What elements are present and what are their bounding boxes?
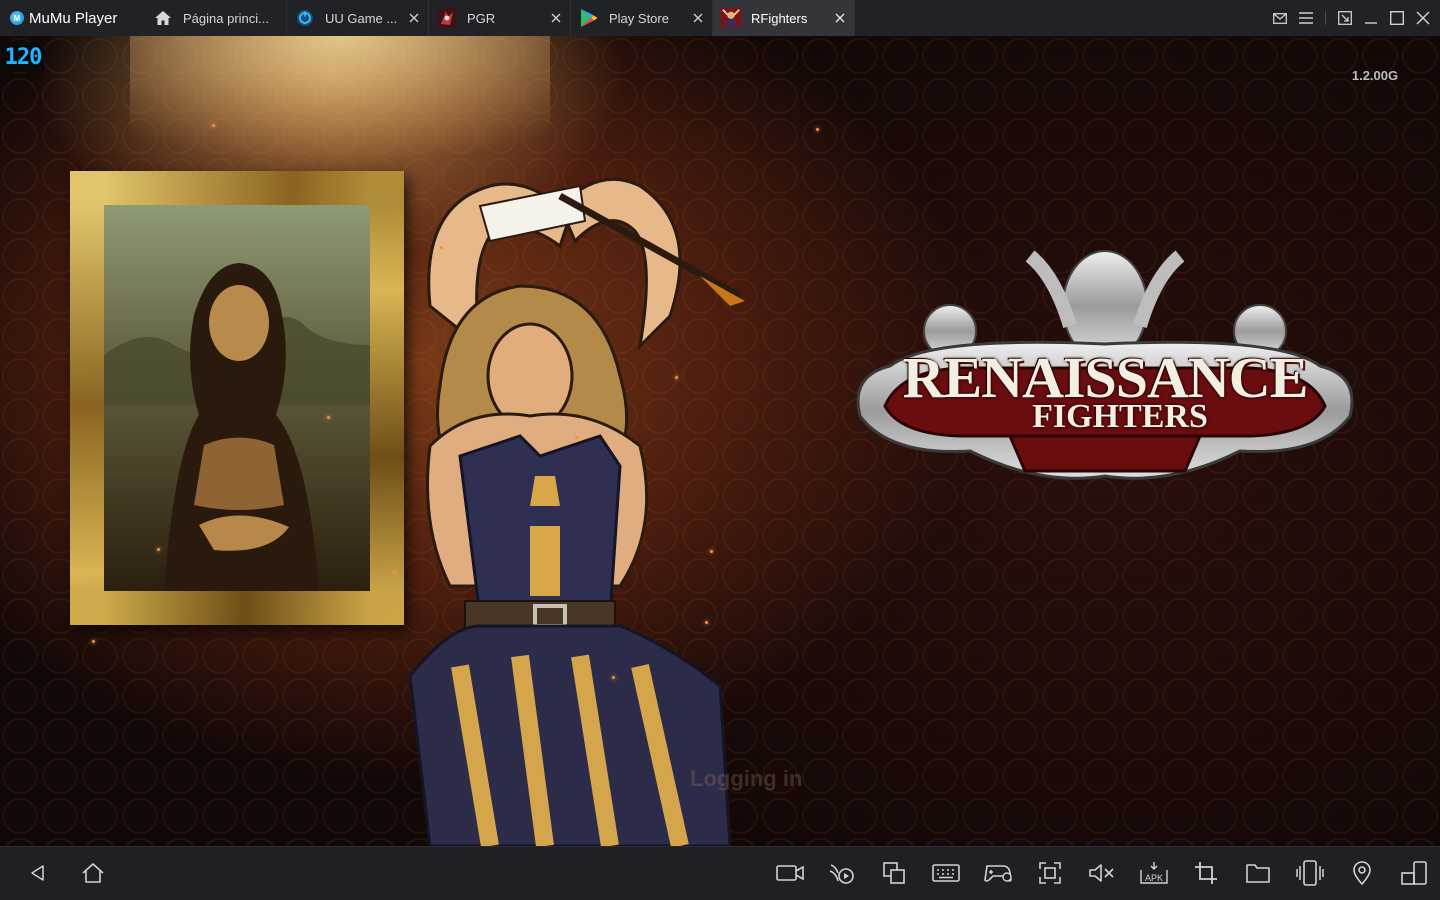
tab-label: RFighters	[751, 10, 808, 26]
ember-particle	[440, 246, 443, 249]
location-icon[interactable]	[1346, 857, 1378, 889]
game-version: 1.2.00G	[1351, 68, 1399, 83]
emulator-toolbar: APK	[0, 846, 1440, 900]
painting-frame	[70, 171, 404, 625]
tab-close-icon[interactable]	[404, 8, 424, 28]
shake-icon[interactable]	[1294, 857, 1326, 889]
ember-particle	[816, 128, 819, 131]
app-brand: M MuMu Player	[0, 0, 145, 36]
tab-close-icon[interactable]	[688, 8, 708, 28]
tab-label: Play Store	[609, 10, 669, 26]
ember-particle	[675, 376, 678, 379]
tab-rfighters[interactable]: RFighters	[713, 0, 855, 36]
portrait-painting	[104, 205, 370, 591]
minimize-icon[interactable]	[1358, 0, 1384, 36]
ember-particle	[393, 571, 396, 574]
tab-home[interactable]: Página princi...	[145, 0, 287, 36]
app-title: MuMu Player	[29, 9, 118, 27]
ember-particle	[327, 416, 330, 419]
ember-particle	[710, 550, 713, 553]
menu-icon[interactable]	[1293, 0, 1319, 36]
game-screen[interactable]: 120 1.2.00G RENAISSANCE FIGHTERS Logging…	[0, 36, 1440, 846]
screenshot-icon[interactable]	[1034, 857, 1066, 889]
back-icon[interactable]	[22, 857, 54, 889]
mumu-logo-icon: M	[10, 11, 24, 25]
tab-close-icon[interactable]	[546, 8, 566, 28]
close-icon[interactable]	[1410, 0, 1436, 36]
crop-icon[interactable]	[1190, 857, 1222, 889]
keyboard-mapping-icon[interactable]	[930, 857, 962, 889]
ember-particle	[575, 436, 578, 439]
pgr-app-icon	[437, 8, 457, 28]
rotate-screen-icon[interactable]	[1398, 857, 1430, 889]
ember-particle	[212, 124, 215, 127]
tab-label: PGR	[467, 10, 496, 26]
tab-label: Página princi...	[183, 10, 269, 26]
game-title-logo: RENAISSANCE FIGHTERS	[840, 236, 1370, 486]
window-controls	[1267, 0, 1440, 36]
shared-folder-icon[interactable]	[1242, 857, 1274, 889]
multi-instance-icon[interactable]	[878, 857, 910, 889]
home-icon	[153, 8, 173, 28]
ember-particle	[92, 640, 95, 643]
tab-uu-game[interactable]: UU Game ...	[287, 0, 429, 36]
play-store-icon	[579, 8, 599, 28]
hero-character-art	[408, 177, 745, 846]
tab-close-icon[interactable]	[830, 8, 850, 28]
apk-label: APK	[1145, 873, 1163, 883]
ember-particle	[157, 548, 160, 551]
maximize-icon[interactable]	[1384, 0, 1410, 36]
tab-pgr[interactable]: PGR	[429, 0, 571, 36]
mail-icon[interactable]	[1267, 0, 1293, 36]
ember-particle	[705, 621, 708, 624]
logo-subtitle-text: FIGHTERS	[1032, 398, 1208, 435]
restore-window-icon[interactable]	[1332, 0, 1358, 36]
tab-play-store[interactable]: Play Store	[571, 0, 713, 36]
loading-status-text: Logging in	[690, 766, 803, 791]
screen-record-icon[interactable]	[774, 857, 806, 889]
operation-record-icon[interactable]	[826, 857, 858, 889]
gamepad-icon[interactable]	[982, 857, 1014, 889]
title-bar: M MuMu Player Página princi... UU Game .…	[0, 0, 1440, 36]
ember-particle	[612, 676, 615, 679]
rfighters-app-icon	[721, 8, 741, 28]
tab-label: UU Game ...	[325, 10, 398, 26]
window-controls-divider	[1325, 11, 1326, 25]
install-apk-icon[interactable]: APK	[1138, 857, 1170, 889]
home-icon[interactable]	[77, 857, 109, 889]
mute-icon[interactable]	[1086, 857, 1118, 889]
fps-counter: 120	[2, 42, 44, 72]
uu-accelerator-icon	[295, 8, 315, 28]
